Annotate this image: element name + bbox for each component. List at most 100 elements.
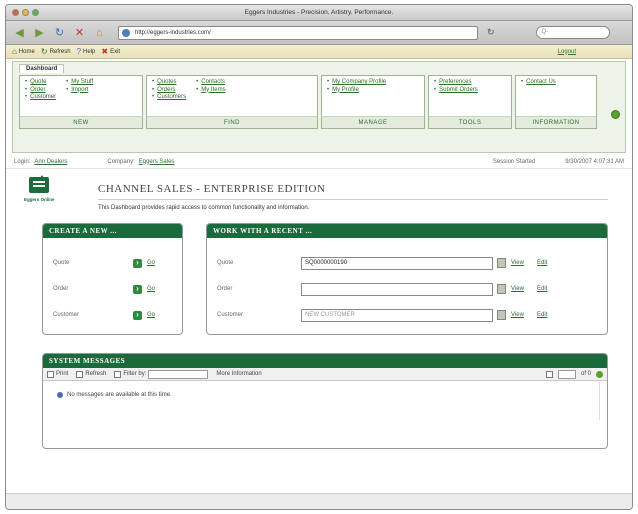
- menu-link[interactable]: Orders: [152, 87, 186, 95]
- create-new-title: CREATE A NEW ...: [43, 224, 182, 238]
- menu-link[interactable]: Order: [25, 87, 56, 95]
- login-label: Login:: [14, 158, 31, 165]
- dashboard-group-manage: My Company ProfileMy Profile MANAGE: [321, 75, 425, 129]
- menu-link[interactable]: Customer: [25, 94, 56, 102]
- menu-link[interactable]: Contacts: [196, 79, 225, 87]
- group-label[interactable]: TOOLS: [429, 116, 511, 128]
- group-label[interactable]: INFORMATION: [516, 116, 596, 128]
- group-columns: My Company ProfileMy Profile: [327, 79, 419, 94]
- recent-quote-label: Quote: [217, 260, 234, 266]
- empty-message: No messages are available at this time.: [57, 392, 172, 398]
- group-link-list: My StuffImport: [66, 79, 93, 102]
- window-controls: [12, 9, 39, 16]
- create-new-panel: CREATE A NEW ... Quote › Go Order › Go C…: [42, 223, 183, 335]
- refresh-messages-button[interactable]: Refresh: [76, 370, 106, 378]
- home-button[interactable]: ⌂ Home: [12, 46, 35, 56]
- menu-link[interactable]: Import: [66, 87, 93, 95]
- page-title: CHANNEL SALES - ENTERPRISE EDITION: [98, 183, 326, 195]
- session-label: Session Started: [492, 158, 536, 165]
- group-link-list: My Company ProfileMy Profile: [327, 79, 386, 94]
- menu-link[interactable]: Quotes: [152, 79, 186, 87]
- refresh-button[interactable]: ↻ Refresh: [41, 47, 71, 56]
- menu-link[interactable]: My Stuff: [66, 79, 93, 87]
- recent-order-edit-link[interactable]: Edit: [537, 286, 547, 292]
- menu-link[interactable]: Submit Orders: [434, 87, 478, 95]
- home-icon: ⌂: [12, 46, 17, 56]
- go-arrow-icon[interactable]: ›: [133, 311, 142, 320]
- recent-quote-field[interactable]: SQ0000000190: [301, 257, 493, 270]
- title-divider: [98, 199, 608, 200]
- messages-scrollbar[interactable]: [599, 382, 605, 420]
- group-label[interactable]: MANAGE: [322, 116, 424, 128]
- print-button[interactable]: Print: [47, 370, 68, 378]
- status-line: Login: Ann Dealers Company: Eggers Sales…: [6, 155, 632, 169]
- filter-select[interactable]: [148, 369, 209, 379]
- company-link[interactable]: Eggers Sales: [139, 159, 175, 165]
- search-input[interactable]: Q-: [535, 26, 610, 39]
- logo-triangle-icon: [38, 175, 46, 181]
- recent-quote-edit-link[interactable]: Edit: [537, 260, 547, 266]
- filter-control[interactable]: Filter by:: [114, 369, 209, 379]
- login-user-link[interactable]: Ann Dealers: [34, 159, 67, 165]
- lookup-icon[interactable]: [497, 284, 506, 294]
- refresh-icon[interactable]: ↻: [487, 27, 495, 38]
- work-recent-panel: WORK WITH A RECENT ... Quote SQ000000019…: [206, 223, 608, 335]
- dashboard-tab[interactable]: Dashboard: [19, 64, 65, 73]
- title-bar: Eggers Industries - Precision. Artistry.…: [6, 5, 632, 21]
- zoom-window-button[interactable]: [32, 9, 39, 16]
- go-page-icon[interactable]: [596, 370, 603, 378]
- menu-link[interactable]: Customers: [152, 94, 186, 102]
- group-link-list: ContactsMy Items: [196, 79, 225, 102]
- go-arrow-icon[interactable]: ›: [133, 285, 142, 294]
- system-messages-panel: SYSTEM MESSAGES Print Refresh Filter by:…: [42, 353, 608, 449]
- recent-customer-view-link[interactable]: View: [511, 312, 524, 318]
- more-information-button[interactable]: More Information: [216, 371, 261, 377]
- refresh-icon: [76, 370, 84, 378]
- exit-icon: ✖: [101, 46, 109, 56]
- recent-customer-edit-link[interactable]: Edit: [537, 312, 547, 318]
- go-arrow-icon[interactable]: ›: [133, 259, 142, 268]
- menu-link[interactable]: My Profile: [327, 87, 386, 95]
- help-button[interactable]: ? Help: [76, 46, 96, 56]
- create-customer-go-link[interactable]: Go: [147, 312, 155, 318]
- recent-order-field[interactable]: [301, 283, 493, 296]
- create-quote-go-link[interactable]: Go: [147, 260, 155, 266]
- recent-customer-field[interactable]: NEW CUSTOMER: [301, 309, 493, 322]
- create-order-go-link[interactable]: Go: [147, 286, 155, 292]
- pager: of 0: [545, 369, 603, 379]
- help-icon: ?: [76, 46, 82, 56]
- menu-link[interactable]: Quote: [25, 79, 56, 87]
- prev-page-icon[interactable]: [545, 370, 553, 378]
- menu-link[interactable]: Preferences: [434, 79, 478, 87]
- create-order-label: Order: [53, 286, 69, 292]
- menu-link[interactable]: Contact Us: [521, 79, 556, 87]
- system-messages-toolbar: Print Refresh Filter by: More Informatio…: [43, 368, 607, 381]
- minimize-window-button[interactable]: [22, 9, 29, 16]
- exit-button[interactable]: ✖ Exit: [101, 46, 120, 56]
- back-arrow-icon[interactable]: ◀: [12, 25, 27, 40]
- group-label[interactable]: FIND: [147, 116, 317, 128]
- home-icon[interactable]: ⌂: [92, 25, 107, 40]
- lookup-icon[interactable]: [497, 258, 506, 268]
- recent-order-label: Order: [217, 286, 233, 292]
- menu-link[interactable]: My Company Profile: [327, 79, 386, 87]
- recent-quote-view-link[interactable]: View: [511, 260, 524, 266]
- menu-link[interactable]: My Items: [196, 87, 225, 95]
- lookup-icon[interactable]: [497, 310, 506, 320]
- stop-icon[interactable]: ✕: [72, 25, 87, 40]
- page-number-input[interactable]: [557, 369, 576, 379]
- system-messages-title: SYSTEM MESSAGES: [43, 354, 607, 368]
- close-window-button[interactable]: [12, 9, 19, 16]
- logout-link[interactable]: Logout: [558, 49, 576, 55]
- dashboard-group-tools: PreferencesSubmit Orders TOOLS: [428, 75, 512, 129]
- create-customer-label: Customer: [53, 312, 80, 318]
- page-of-label: of 0: [580, 371, 591, 377]
- forward-arrow-icon[interactable]: ▶: [32, 25, 47, 40]
- dashboard-groups: QuoteOrderCustomer My StuffImport NEW Quote…: [19, 75, 597, 129]
- url-bar[interactable]: http://eggers-industries.com/: [118, 25, 478, 40]
- group-label[interactable]: NEW: [20, 116, 142, 128]
- recent-order-view-link[interactable]: View: [511, 286, 524, 292]
- globe-icon: [122, 28, 130, 37]
- reload-icon[interactable]: ↻: [52, 25, 67, 40]
- browser-navbar: ◀ ▶ ↻ ✕ ⌂ http://eggers-industries.com/ …: [6, 21, 632, 45]
